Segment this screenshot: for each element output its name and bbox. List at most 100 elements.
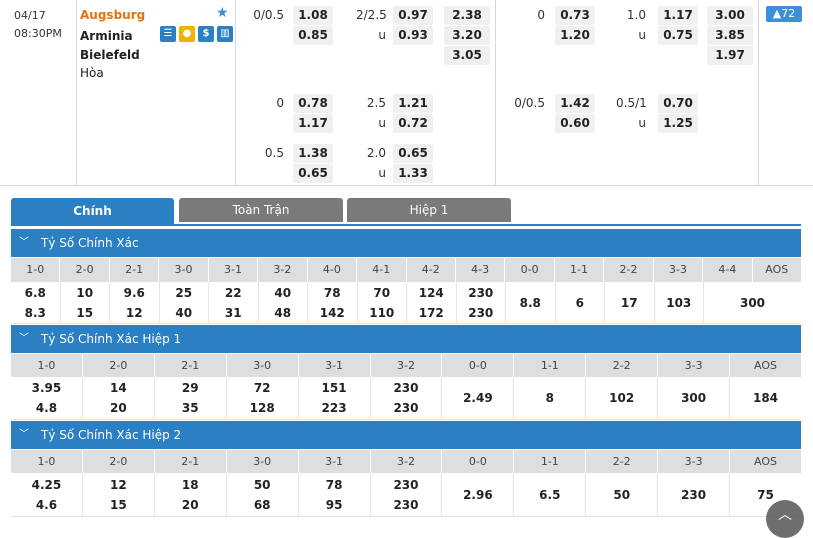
odds-value: 6 [575,295,584,310]
score-odds-cell[interactable]: 3.95 4.8 [11,377,83,419]
score-header-row: 1-0 2-0 2-1 3-0 3-1 3-2 4-0 4-1 4-2 4-3 0-0 1-1 2-2 3… [11,258,801,282]
home-team[interactable]: Augsburg [80,8,145,22]
odds-value: 18 [181,477,199,492]
h1-hdp-home[interactable]: 1.42 [555,94,595,113]
odds-value: 124 [418,285,444,300]
score-header-cell: 1-1 [555,258,605,282]
score-odds-cell[interactable]: 300 [704,282,801,323]
ft-ou-over[interactable]: 1.21 [393,94,433,113]
score-odds-cell[interactable]: 184 [730,377,801,419]
ft-hdp-home[interactable]: 1.38 [293,144,333,163]
score-odds-cell[interactable]: 12 15 [83,473,155,516]
score-header-cell: 2-1 [155,450,227,474]
score-odds-cell[interactable]: 300 [658,377,731,419]
odds-value: 4.6 [35,497,58,512]
h1-1x2-away[interactable]: 3.85 [707,26,753,45]
scroll-up-icon[interactable]: ︿ [766,500,804,538]
score-odds-cell[interactable]: 40 48 [259,282,308,323]
h1-1x2-home[interactable]: 3.00 [707,6,753,25]
odds-value: 15 [110,497,127,512]
score-odds-cell[interactable]: 22 31 [209,282,259,323]
ft-ou-under-label: u [378,166,386,180]
dollar-icon[interactable]: $ [198,26,214,42]
score-odds-cell[interactable]: 230 230 [457,282,506,323]
score-odds-cell[interactable]: 78 95 [299,473,371,516]
odds-value: 31 [224,305,242,320]
away-team[interactable]: Arminia Bielefeld [80,27,150,65]
ft-hdp-home[interactable]: 1.08 [293,6,333,25]
score-odds-cell[interactable]: 102 [586,377,659,419]
h1-hdp-away[interactable]: 1.20 [555,26,595,45]
score-odds-row: 6.8 8.3 10 15 9.6 12 25 40 22 31 40 48 78 142 70 110 124… [11,282,801,324]
score-odds-cell[interactable]: 70 110 [358,282,407,323]
ft-hdp-home[interactable]: 0.78 [293,94,333,113]
h1-ou-over[interactable]: 1.17 [658,6,698,25]
score-odds-cell[interactable]: 8 [514,377,587,419]
odds-value: 78 [325,477,343,492]
score-odds-cell[interactable]: 8.8 [506,282,556,323]
score-odds-cell[interactable]: 6.5 [514,473,587,516]
ft-ou-over[interactable]: 0.65 [393,144,433,163]
table-icon[interactable]: ☰ [160,26,176,42]
score-odds-cell[interactable]: 14 20 [83,377,155,419]
h1-1x2-draw[interactable]: 1.97 [707,46,753,65]
ft-1x2-home[interactable]: 2.38 [444,6,490,25]
odds-value: 230 [393,381,419,395]
score-odds-cell[interactable]: 29 35 [155,377,227,419]
h1-ou-under[interactable]: 1.25 [658,114,698,133]
chevron-down-icon: ﹀ [19,429,29,440]
score-odds-cell[interactable]: 17 [605,282,655,323]
score-odds-cell[interactable]: 50 68 [227,473,299,516]
score-odds-cell[interactable]: 230 [658,473,731,516]
score-odds-cell[interactable]: 2.49 [442,377,515,419]
score-header-cell: 3-1 [209,258,259,282]
odds-value: 230 [468,305,494,320]
ft-ou-under[interactable]: 0.72 [393,114,433,133]
score-odds-cell[interactable]: 2.96 [442,473,515,516]
tab-first-half[interactable]: Hiệp 1 [347,198,511,222]
h1-hdp-away[interactable]: 0.60 [555,114,595,133]
chart-icon[interactable]: ▥ [217,26,233,42]
ft-1x2-away[interactable]: 3.20 [444,26,490,45]
h1-ou-line: 0.5/1 [616,96,647,110]
ft-ou-over[interactable]: 0.97 [393,6,433,25]
h1-ou-over[interactable]: 0.70 [658,94,698,113]
ft-hdp-away[interactable]: 1.17 [293,114,333,133]
star-icon[interactable]: ★ [216,6,229,20]
score-odds-cell[interactable]: 230 230 [371,377,443,419]
score-odds-cell[interactable]: 50 [586,473,659,516]
more-markets-button[interactable]: ▲72 [766,6,802,22]
odds-value: 40 [274,285,292,300]
score-odds-cell[interactable]: 151 223 [299,377,371,419]
tab-main[interactable]: Chính [11,198,174,226]
score-odds-cell[interactable]: 78 142 [308,282,358,323]
coin-icon[interactable]: ● [179,26,195,42]
tab-full-match[interactable]: Toàn Trận [179,198,343,222]
section-correct-score[interactable]: ﹀ Tỷ Số Chính Xác [11,229,801,257]
ft-hdp-away[interactable]: 0.85 [293,26,333,45]
section-title: Tỷ Số Chính Xác [41,236,139,250]
score-odds-cell[interactable]: 230 230 [371,473,443,516]
score-odds-cell[interactable]: 10 15 [61,282,110,323]
h1-hdp-home[interactable]: 0.73 [555,6,595,25]
score-odds-cell[interactable]: 9.6 12 [110,282,160,323]
ft-ou-under[interactable]: 0.93 [393,26,433,45]
score-odds-cell[interactable]: 6.8 8.3 [11,282,61,323]
score-odds-cell[interactable]: 4.25 4.6 [11,473,83,516]
score-odds-cell[interactable]: 6 [556,282,605,323]
score-odds-cell[interactable]: 103 [655,282,704,323]
score-odds-cell[interactable]: 72 128 [227,377,299,419]
section-correct-score-h2[interactable]: ﹀ Tỷ Số Chính Xác Hiệp 2 [11,421,801,449]
h1-ou-under[interactable]: 0.75 [658,26,698,45]
score-header-cell: 3-3 [658,354,731,378]
match-time: 08:30PM [14,27,62,40]
score-odds-cell[interactable]: 18 20 [155,473,227,516]
score-header-cell: 2-1 [155,354,227,378]
score-odds-cell[interactable]: 25 40 [160,282,209,323]
ft-ou-under[interactable]: 1.33 [393,164,433,183]
ft-1x2-draw[interactable]: 3.05 [444,46,490,65]
section-correct-score-h1[interactable]: ﹀ Tỷ Số Chính Xác Hiệp 1 [11,325,801,353]
ft-hdp-away[interactable]: 0.65 [293,164,333,183]
score-odds-cell[interactable]: 124 172 [407,282,457,323]
odds-value: 4.8 [35,401,58,415]
